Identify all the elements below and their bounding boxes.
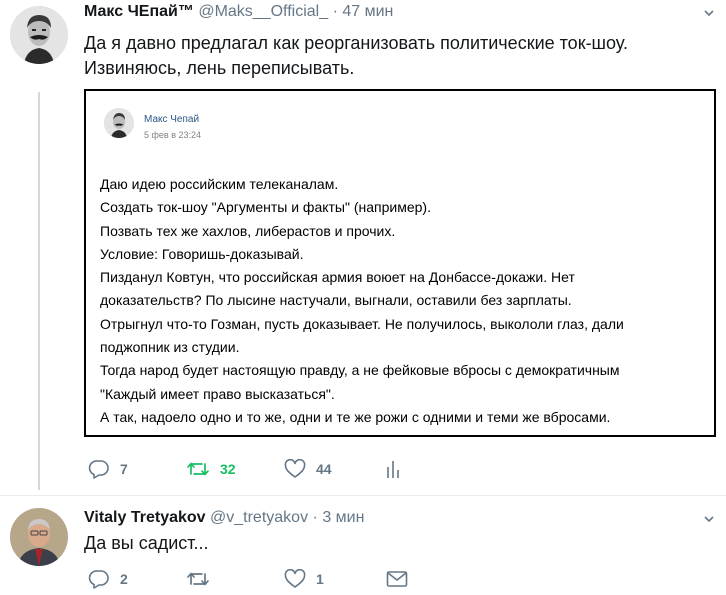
user-handle[interactable]: @v_tretyakov: [210, 509, 308, 526]
like-button[interactable]: 1: [284, 568, 324, 590]
vk-avatar: [104, 108, 134, 138]
separator-dot: ·: [332, 3, 338, 20]
vk-text-line: Отрыгнул что-то Гозман, пусть доказывает…: [100, 315, 624, 332]
tweet-timestamp[interactable]: 3 мин: [322, 509, 364, 526]
tweet-text-line: Да я давно предлагал как реорганизовать …: [84, 33, 629, 53]
vk-text-line: Тогда народ будет настоящую правду, а не…: [100, 362, 620, 379]
vk-text-line: Пизданул Ковтун, что российская армия во…: [100, 269, 575, 286]
reply-button[interactable]: 2: [88, 568, 128, 590]
vk-post-date: 5 фев в 23:24: [144, 130, 202, 140]
tweet-text: Да я давно предлагал как реорганизовать …: [84, 31, 628, 81]
vk-post-text: Даю идею российским телеканалам. Создать…: [100, 173, 624, 429]
vk-text-line: Условие: Говоришь-доказывай.: [100, 245, 304, 262]
tweet-header: Vitaly Tretyakov @v_tretyakov · 3 мин: [84, 508, 364, 528]
retweet-icon: [187, 462, 209, 476]
vk-text-line: Позвать тех же хахлов, либерастов и проч…: [100, 222, 396, 239]
envelope-icon: [386, 571, 408, 587]
vk-text-line: доказательств? По лысине настучали, выгн…: [100, 292, 572, 309]
tweet[interactable]: Макс ЧЕпай™ @Maks__Official_ · 47 мин Да…: [0, 0, 726, 495]
reply-button[interactable]: 7: [88, 458, 128, 480]
retweet-count: 32: [220, 461, 236, 477]
like-count: 44: [316, 461, 332, 477]
tweet[interactable]: Vitaly Tretyakov @v_tretyakov · 3 мин Да…: [0, 495, 726, 595]
display-name[interactable]: Макс ЧЕпай™: [84, 3, 194, 20]
attached-image[interactable]: Макс Чепай 5 фев в 23:24 Даю идею россий…: [84, 89, 716, 437]
tweet-header: Макс ЧЕпай™ @Maks__Official_ · 47 мин: [84, 2, 393, 22]
retweet-icon: [187, 572, 209, 586]
avatar[interactable]: [10, 508, 68, 566]
separator-dot: ·: [312, 509, 318, 526]
reply-count: 2: [120, 571, 128, 587]
tweet-timestamp[interactable]: 47 мин: [342, 3, 393, 20]
like-button[interactable]: 44: [284, 458, 332, 480]
tweet-text: Да вы садист...: [84, 531, 209, 556]
reply-icon: [88, 570, 109, 589]
heart-icon: [284, 459, 306, 478]
retweet-button[interactable]: [186, 568, 220, 590]
chevron-down-icon[interactable]: [704, 8, 714, 18]
chevron-down-icon[interactable]: [704, 514, 714, 524]
direct-message-button[interactable]: [386, 568, 408, 590]
bar-chart-icon: [387, 461, 399, 478]
tweet-text-line: Да вы садист...: [84, 533, 209, 553]
retweet-button[interactable]: 32: [186, 458, 236, 480]
vk-text-line: А так, надоело одно и то же, одни и те ж…: [100, 408, 611, 425]
vk-text-line: Создать ток-шоу "Аргументы и факты" (нап…: [100, 199, 431, 216]
avatar[interactable]: [10, 6, 68, 64]
vk-author-name: Макс Чепай: [144, 114, 200, 125]
reply-icon: [88, 460, 109, 479]
user-handle[interactable]: @Maks__Official_: [198, 3, 328, 20]
heart-icon: [284, 569, 306, 588]
reply-count: 7: [120, 461, 128, 477]
vk-text-line: поджопник из студии.: [100, 339, 240, 356]
vk-text-line: Даю идею российским телеканалам.: [100, 176, 339, 192]
vk-text-line: "Каждый имеет право высказаться".: [100, 385, 335, 402]
tweet-text-line: Извиняюсь, лень переписывать.: [84, 58, 355, 78]
display-name[interactable]: Vitaly Tretyakov: [84, 509, 206, 526]
like-count: 1: [316, 571, 324, 587]
analytics-button[interactable]: [386, 458, 402, 480]
